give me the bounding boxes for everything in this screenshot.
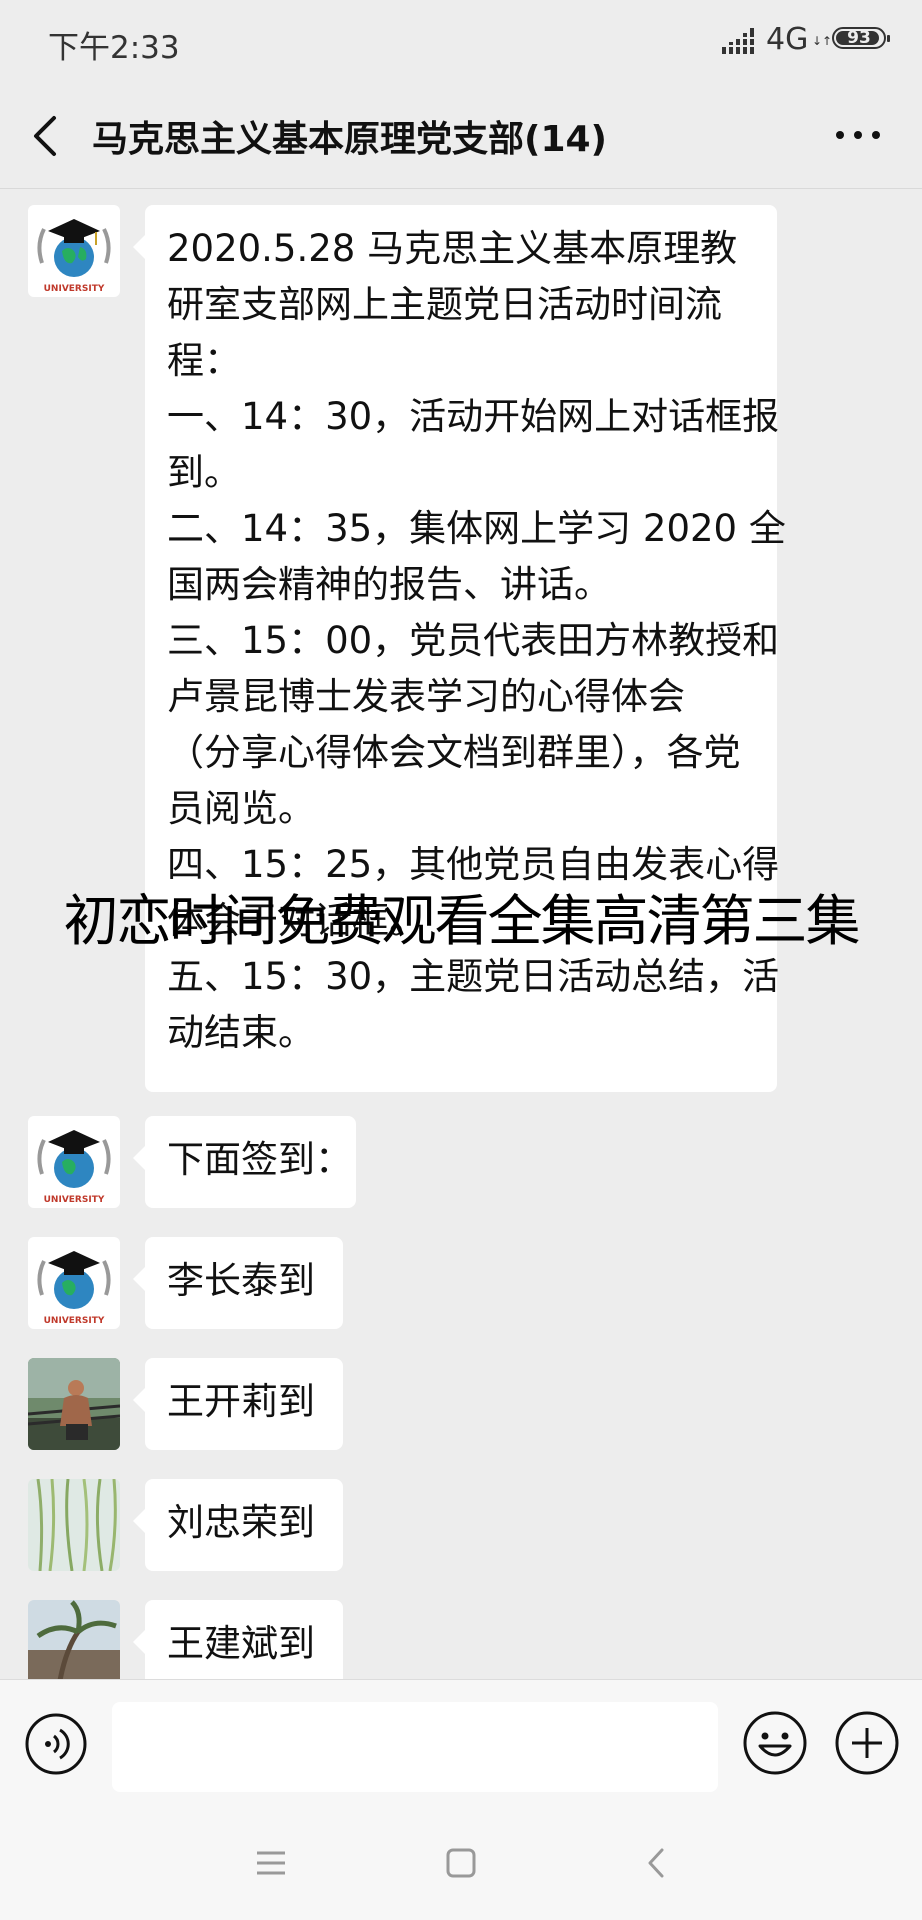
battery-level: 93: [847, 28, 871, 48]
avatar[interactable]: UNIVERSITY: [28, 205, 120, 297]
voice-input-icon[interactable]: [24, 1712, 88, 1776]
university-logo-icon: UNIVERSITY: [28, 1237, 120, 1329]
man-photo-avatar: [28, 1358, 120, 1450]
input-bar: [0, 1679, 922, 1810]
message-text: 李长泰到: [167, 1259, 315, 1302]
logo-text: UNIVERSITY: [44, 1316, 105, 1326]
signal-icon: [722, 28, 758, 54]
message-line: 国两会精神的报告、讲话。: [167, 563, 611, 606]
add-attachment-icon[interactable]: [834, 1710, 900, 1776]
home-icon[interactable]: [443, 1845, 479, 1881]
avatar[interactable]: [28, 1600, 120, 1679]
logo-text: UNIVERSITY: [44, 1195, 105, 1205]
system-back-icon[interactable]: [638, 1845, 674, 1881]
willow-photo-avatar: [28, 1479, 120, 1571]
avatar[interactable]: UNIVERSITY: [28, 1237, 120, 1329]
message-line: 动结束。: [167, 1011, 315, 1054]
message-bubble[interactable]: 刘忠荣到: [133, 1479, 343, 1571]
message-bubble[interactable]: 李长泰到: [133, 1237, 343, 1329]
more-options-icon[interactable]: [830, 110, 886, 160]
emoji-icon[interactable]: [742, 1710, 808, 1776]
chat-title: 马克思主义基本原理党支部(14): [92, 119, 608, 160]
message-bubble[interactable]: 王开莉到: [133, 1358, 343, 1450]
message-text: 刘忠荣到: [167, 1501, 315, 1544]
system-nav-bar: [0, 1809, 922, 1920]
avatar[interactable]: [28, 1358, 120, 1450]
university-logo-icon: UNIVERSITY: [28, 205, 120, 297]
battery-icon: 93: [832, 27, 890, 49]
message-line: 2020.5.28 马克思主义基本原理教: [167, 227, 738, 270]
message-text: 下面签到：: [167, 1138, 352, 1181]
message-input[interactable]: [112, 1702, 718, 1792]
logo-text: UNIVERSITY: [44, 284, 105, 294]
status-time: 下午2:33: [48, 30, 180, 66]
message-line: 三、15：00，党员代表田方林教授和: [167, 619, 780, 662]
message-line: 程：: [167, 339, 241, 382]
battery-cap: [887, 35, 890, 42]
message-text: 王建斌到: [167, 1622, 315, 1665]
message-line: 五、15：30，主题党日活动总结，活: [167, 955, 780, 998]
message-line: 员阅览。: [167, 787, 315, 830]
status-bar: 下午2:33 4G ↓↑ 93: [0, 0, 922, 84]
message-bubble[interactable]: 下面签到：: [133, 1116, 356, 1208]
palm-photo-avatar: [28, 1600, 120, 1679]
message-line: 研室支部网上主题党日活动时间流: [167, 283, 722, 326]
back-arrow-icon[interactable]: [26, 108, 66, 164]
avatar[interactable]: UNIVERSITY: [28, 1116, 120, 1208]
message-line: 一、14：30，活动开始网上对话框报: [167, 395, 780, 438]
message-bubble[interactable]: 2020.5.28 马克思主义基本原理教 研室支部网上主题党日活动时间流 程： …: [133, 205, 786, 1092]
message-text: 王开莉到: [167, 1380, 315, 1423]
message-line: 卢景昆博士发表学习的心得体会: [167, 675, 685, 718]
university-logo-icon: UNIVERSITY: [28, 1116, 120, 1208]
message-line: 二、14：35，集体网上学习 2020 全: [167, 507, 786, 550]
avatar[interactable]: [28, 1479, 120, 1571]
chat-header: 马克思主义基本原理党支部(14): [0, 84, 922, 189]
menu-icon[interactable]: [253, 1845, 289, 1881]
overlay-caption: 初恋时间免费观看全集高清第三集: [63, 889, 860, 953]
network-type: 4G: [766, 22, 809, 57]
message-line: （分享心得体会文档到群里），各党: [167, 731, 741, 774]
message-line: 到。: [167, 451, 241, 494]
network-activity-icon: ↓↑: [812, 34, 833, 48]
message-bubble[interactable]: 王建斌到: [133, 1600, 343, 1679]
